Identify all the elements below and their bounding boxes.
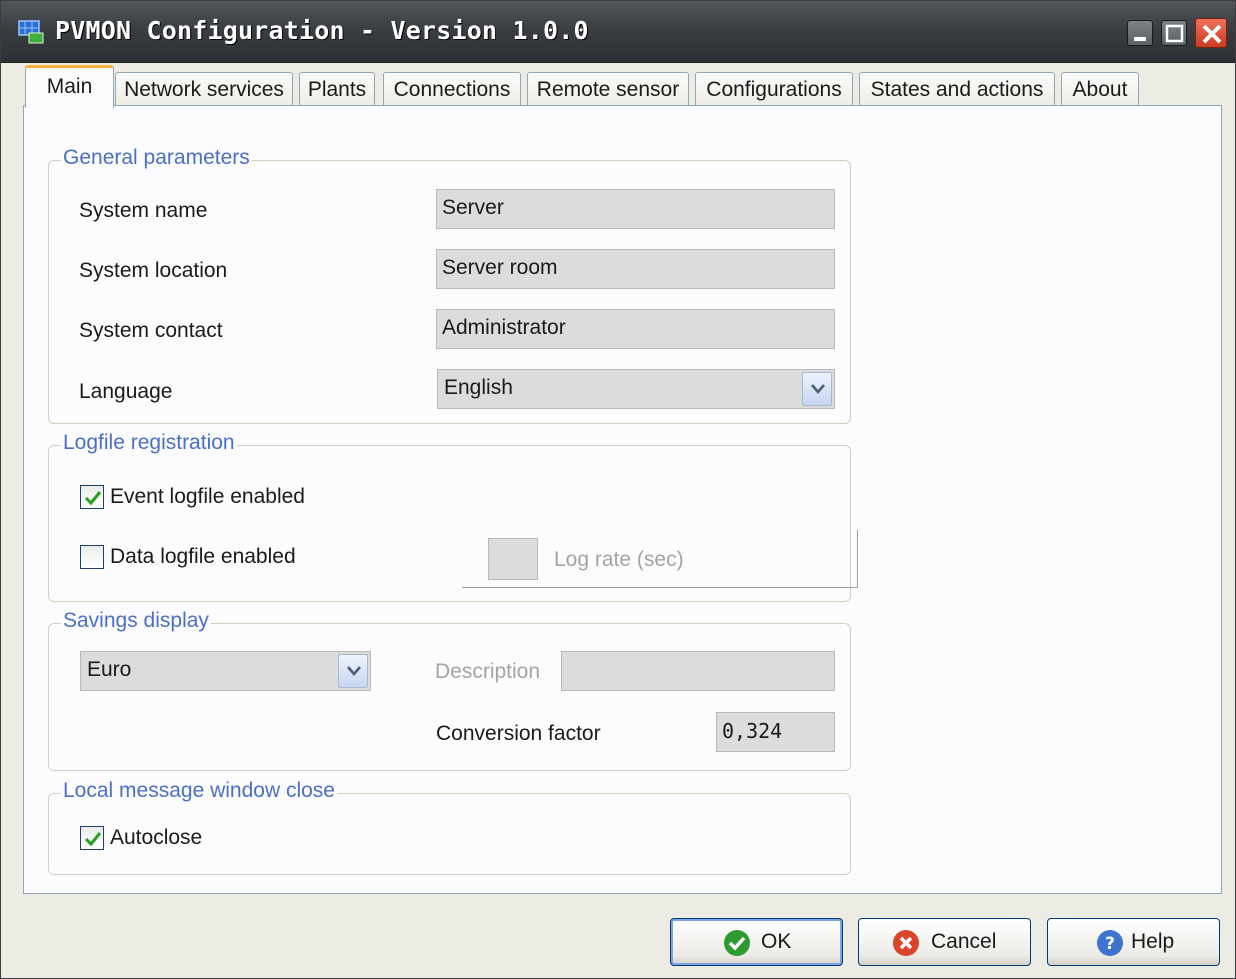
help-button[interactable]: ? Help xyxy=(1047,918,1220,966)
savings-display-group: Savings display Euro Description Convers… xyxy=(48,609,851,771)
group-title: Savings display xyxy=(61,609,211,633)
currency-dropdown-button[interactable] xyxy=(338,654,368,688)
group-title: Local message window close xyxy=(61,779,337,803)
chevron-down-icon xyxy=(347,666,361,676)
cancel-button[interactable]: Cancel xyxy=(858,918,1031,966)
autoclose-label: Autoclose xyxy=(110,826,203,849)
data-logfile-label: Data logfile enabled xyxy=(110,545,296,568)
general-parameters-group: General parameters System name Server Sy… xyxy=(48,146,851,424)
tab-states-and-actions[interactable]: States and actions xyxy=(859,72,1055,106)
ok-label: OK xyxy=(761,930,792,953)
language-dropdown-button[interactable] xyxy=(802,372,832,406)
logfile-registration-group: Logfile registration Event logfile enabl… xyxy=(48,431,858,602)
autoclose-checkbox[interactable] xyxy=(80,826,104,850)
cancel-label: Cancel xyxy=(931,930,997,953)
main-tab-panel: General parameters System name Server Sy… xyxy=(23,105,1222,894)
title-bar[interactable]: PVMON Configuration - Version 1.0.0 xyxy=(1,1,1235,63)
maximize-icon xyxy=(1165,24,1184,43)
event-logfile-checkbox[interactable] xyxy=(80,485,104,509)
window-title: PVMON Configuration - Version 1.0.0 xyxy=(55,16,589,45)
solar-panel-icon xyxy=(18,20,44,44)
minimize-button[interactable] xyxy=(1127,20,1153,46)
conversion-factor-field[interactable]: 0,324 xyxy=(716,712,835,752)
cancel-x-icon xyxy=(893,930,919,956)
event-logfile-label: Event logfile enabled xyxy=(110,485,305,508)
tab-network-services[interactable]: Network services xyxy=(115,72,293,106)
group-title: General parameters xyxy=(61,146,252,170)
close-button[interactable] xyxy=(1195,18,1227,48)
maximize-button[interactable] xyxy=(1161,20,1187,46)
language-value: English xyxy=(444,376,513,399)
log-rate-label: Log rate (sec) xyxy=(554,548,684,571)
help-label: Help xyxy=(1131,930,1175,953)
system-location-field[interactable]: Server room xyxy=(436,249,835,289)
system-name-label: System name xyxy=(79,199,208,222)
log-rate-field[interactable] xyxy=(488,538,538,580)
description-label: Description xyxy=(435,660,541,683)
config-window: PVMON Configuration - Version 1.0.0 Main… xyxy=(0,0,1236,979)
currency-select[interactable]: Euro xyxy=(80,651,371,691)
data-logfile-checkbox[interactable] xyxy=(80,545,104,569)
language-select[interactable]: English xyxy=(437,369,835,409)
tab-main[interactable]: Main xyxy=(25,65,114,108)
currency-value: Euro xyxy=(87,658,132,681)
tab-connections[interactable]: Connections xyxy=(383,72,521,106)
checkmark-icon xyxy=(84,832,102,847)
chevron-down-icon xyxy=(811,384,825,394)
system-location-label: System location xyxy=(79,259,228,282)
local-message-group: Local message window close Autoclose xyxy=(48,779,851,875)
system-contact-field[interactable]: Administrator xyxy=(436,309,835,349)
help-question-icon: ? xyxy=(1097,930,1123,956)
svg-text:?: ? xyxy=(1105,934,1115,954)
minimize-icon xyxy=(1134,37,1146,41)
tab-about[interactable]: About xyxy=(1061,72,1139,106)
tab-remote-sensor[interactable]: Remote sensor xyxy=(527,72,689,106)
group-title: Logfile registration xyxy=(61,431,237,455)
system-name-field[interactable]: Server xyxy=(436,189,835,229)
tab-plants[interactable]: Plants xyxy=(299,72,375,106)
close-icon xyxy=(1202,24,1222,44)
language-label: Language xyxy=(79,380,173,403)
log-rate-box: Log rate (sec) xyxy=(462,530,858,588)
tab-configurations[interactable]: Configurations xyxy=(695,72,853,106)
checkmark-icon xyxy=(84,491,102,506)
system-contact-label: System contact xyxy=(79,319,223,342)
ok-button[interactable]: OK xyxy=(670,918,843,966)
description-field[interactable] xyxy=(561,651,835,691)
ok-check-icon xyxy=(724,930,750,956)
conversion-factor-label: Conversion factor xyxy=(436,722,601,745)
